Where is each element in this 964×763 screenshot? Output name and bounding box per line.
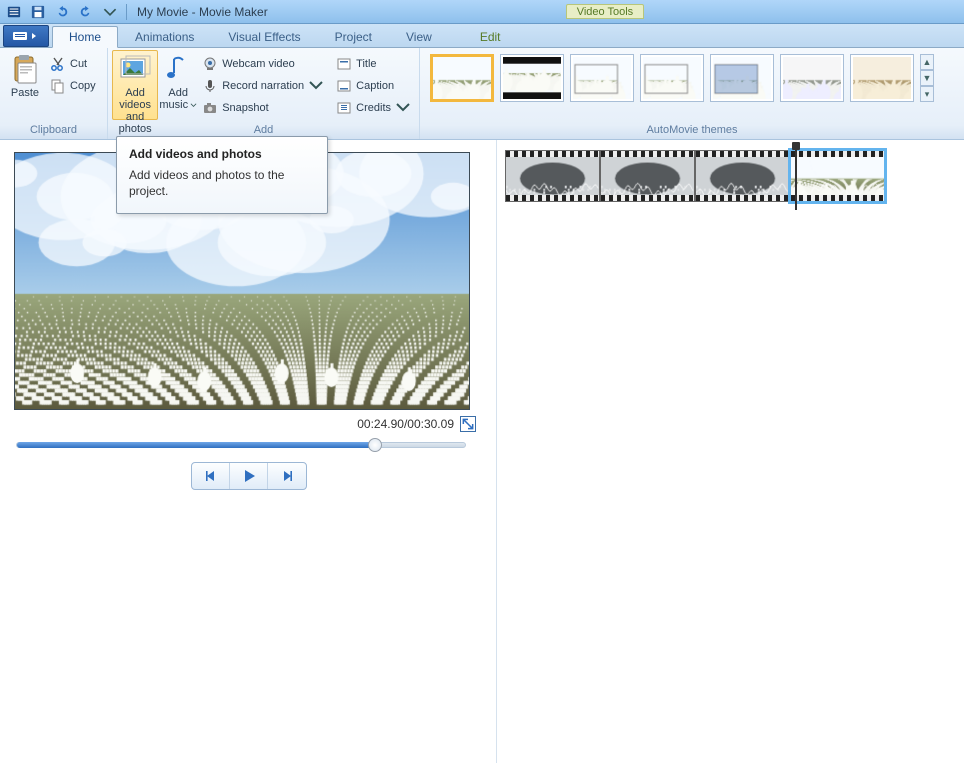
next-frame-button[interactable] — [268, 463, 306, 489]
ribbon-tabs: Home Animations Visual Effects Project V… — [0, 24, 964, 48]
timeline-clip[interactable] — [790, 150, 885, 202]
timeline-clip[interactable] — [695, 150, 790, 202]
timeline-clip[interactable] — [600, 150, 695, 202]
group-clipboard: Paste Cut Copy Clipboard — [0, 48, 108, 139]
photos-icon — [119, 53, 151, 85]
play-button[interactable] — [230, 463, 268, 489]
clip-strip — [505, 150, 956, 204]
gallery-down-button[interactable]: ▼ — [920, 70, 934, 86]
tooltip-title: Add videos and photos — [129, 147, 315, 161]
snapshot-button[interactable]: Snapshot — [198, 98, 328, 118]
chevron-down-icon — [308, 78, 324, 94]
theme-cinematic[interactable] — [570, 54, 634, 102]
preview-pane: 00:24.90/00:30.09 — [0, 140, 497, 763]
app-menu-icon[interactable] — [4, 3, 24, 21]
webcam-label: Webcam video — [222, 58, 295, 70]
timeline-pane[interactable] — [497, 140, 964, 763]
credits-button[interactable]: Credits — [332, 98, 415, 118]
add-music-label2: music — [159, 99, 188, 111]
fullscreen-icon — [461, 417, 475, 431]
paste-icon — [9, 53, 41, 85]
theme-gallery: ▲ ▼ ▾ — [424, 50, 940, 102]
playback-controls — [14, 462, 484, 490]
credits-icon — [336, 100, 352, 116]
separator — [126, 4, 127, 20]
contextual-tab-header: Video Tools — [566, 4, 644, 19]
theme-contemporary[interactable] — [500, 54, 564, 102]
theme-pan[interactable] — [710, 54, 774, 102]
copy-button[interactable]: Copy — [46, 76, 100, 96]
cut-label: Cut — [70, 58, 87, 70]
seek-fill — [17, 442, 375, 448]
copy-icon — [50, 78, 66, 94]
tab-view[interactable]: View — [389, 26, 449, 48]
prev-frame-button[interactable] — [192, 463, 230, 489]
snapshot-label: Snapshot — [222, 102, 268, 114]
automovie-group-label: AutoMovie themes — [424, 122, 960, 139]
timeline-playhead[interactable] — [795, 146, 797, 210]
paste-label: Paste — [11, 87, 39, 99]
tab-home[interactable]: Home — [52, 26, 118, 48]
qat-more-icon[interactable] — [100, 3, 120, 21]
ribbon: Paste Cut Copy Clipboard Add vide — [0, 48, 964, 140]
gallery-scroll: ▲ ▼ ▾ — [920, 54, 934, 102]
tab-animations[interactable]: Animations — [118, 26, 211, 48]
seek-bar[interactable] — [16, 442, 466, 448]
title-label: Title — [356, 58, 376, 70]
theme-default[interactable] — [430, 54, 494, 102]
group-add: Add videos and photos Add music Webcam v… — [108, 48, 420, 139]
undo-icon[interactable] — [52, 3, 72, 21]
record-label: Record narration — [222, 80, 304, 92]
chevron-down-icon — [190, 102, 197, 109]
webcam-icon — [202, 56, 218, 72]
tab-project[interactable]: Project — [318, 26, 389, 48]
theme-fade[interactable] — [640, 54, 704, 102]
add-videos-label1: Add videos — [117, 87, 153, 111]
credits-label: Credits — [356, 102, 391, 114]
caption-button[interactable]: Caption — [332, 76, 415, 96]
music-icon — [162, 53, 194, 85]
add-music-button[interactable]: Add music — [158, 50, 198, 120]
title-icon — [336, 56, 352, 72]
microphone-icon — [202, 78, 218, 94]
caption-label: Caption — [356, 80, 394, 92]
caption-icon — [336, 78, 352, 94]
redo-icon[interactable] — [76, 3, 96, 21]
file-menu-button[interactable] — [3, 25, 49, 47]
group-automovie: ▲ ▼ ▾ AutoMovie themes — [420, 48, 964, 139]
tab-visual-effects[interactable]: Visual Effects — [211, 26, 317, 48]
tooltip: Add videos and photos Add videos and pho… — [116, 136, 328, 214]
add-videos-photos-button[interactable]: Add videos and photos — [112, 50, 158, 120]
camera-icon — [202, 100, 218, 116]
quick-access-toolbar — [4, 3, 137, 21]
title-button[interactable]: Title — [332, 54, 415, 74]
playback-time: 00:24.90/00:30.09 — [357, 417, 454, 431]
record-narration-button[interactable]: Record narration — [198, 76, 328, 96]
fullscreen-button[interactable] — [460, 416, 476, 432]
timeline-clip[interactable] — [505, 150, 600, 202]
cut-icon — [50, 56, 66, 72]
tooltip-body: Add videos and photos to the project. — [129, 167, 315, 199]
gallery-up-button[interactable]: ▲ — [920, 54, 934, 70]
seek-thumb[interactable] — [368, 438, 382, 452]
gallery-more-button[interactable]: ▾ — [920, 86, 934, 102]
webcam-video-button[interactable]: Webcam video — [198, 54, 328, 74]
theme-sepia[interactable] — [850, 54, 914, 102]
tab-edit[interactable]: Edit — [463, 26, 518, 48]
title-bar: My Movie - Movie Maker Video Tools — [0, 0, 964, 24]
work-area: 00:24.90/00:30.09 — [0, 140, 964, 763]
copy-label: Copy — [70, 80, 96, 92]
window-title: My Movie - Movie Maker — [137, 5, 268, 19]
clipboard-group-label: Clipboard — [4, 122, 103, 139]
cut-button[interactable]: Cut — [46, 54, 100, 74]
add-music-label1: Add — [168, 87, 188, 99]
save-icon[interactable] — [28, 3, 48, 21]
theme-bw[interactable] — [780, 54, 844, 102]
chevron-down-icon — [395, 100, 411, 116]
paste-button[interactable]: Paste — [4, 50, 46, 120]
